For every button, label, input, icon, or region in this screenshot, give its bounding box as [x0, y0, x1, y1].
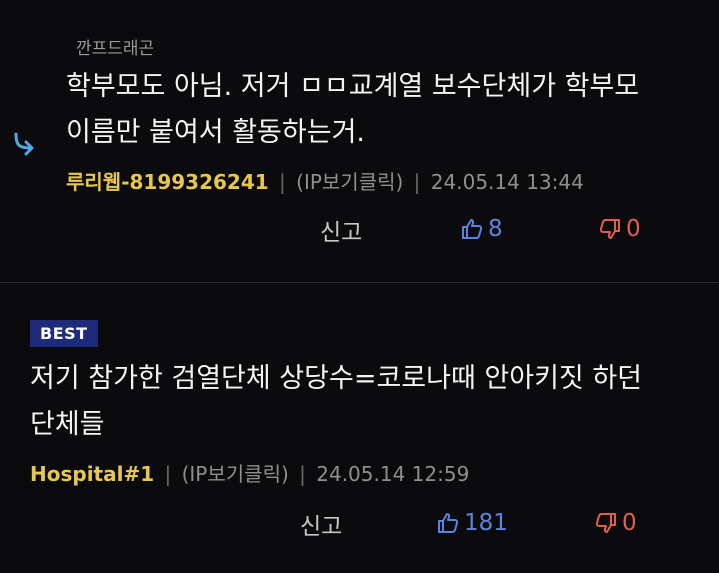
comment-timestamp: 24.05.14 13:44	[430, 170, 584, 194]
comment-divider	[0, 282, 719, 283]
comment-meta: Hospital#1 | (IP보기클릭) | 24.05.14 12:59	[30, 458, 469, 487]
meta-separator: |	[279, 170, 286, 194]
comment-meta: 루리웹-8199326241 | (IP보기클릭) | 24.05.14 13:…	[66, 166, 584, 195]
like-count: 8	[488, 216, 503, 242]
report-label: 신고	[320, 220, 363, 246]
report-label: 신고	[300, 514, 343, 540]
reply-target-name[interactable]: 깐프드래곤	[76, 34, 154, 59]
comment-list: 깐프드래곤 학부모도 아님. 저거 ㅁㅁ교계열 보수단체가 학부모 이름만 붙여…	[0, 0, 719, 573]
best-badge: BEST	[30, 320, 98, 347]
meta-separator: |	[413, 170, 421, 194]
dislike-button[interactable]: 0	[594, 510, 637, 536]
dislike-count: 0	[622, 510, 637, 536]
report-button[interactable]: 신고	[300, 507, 342, 541]
meta-separator: |	[299, 462, 306, 486]
like-count: 181	[464, 510, 508, 536]
like-button[interactable]: 181	[436, 510, 508, 536]
comment-timestamp: 24.05.14 12:59	[316, 462, 470, 486]
ip-view-link[interactable]: (IP보기클릭)	[296, 170, 403, 194]
thumbs-down-icon	[599, 219, 620, 239]
comment-text: 저기 참가한 검열단체 상당수=코로나때 안아키짓 하던 단체들	[30, 363, 643, 440]
thumbs-up-icon	[438, 513, 459, 533]
dislike-button[interactable]: 0	[598, 216, 641, 242]
reply-arrow-icon	[14, 132, 34, 156]
ip-view-link[interactable]: (IP보기클릭)	[182, 462, 289, 486]
author-name[interactable]: 루리웹-8199326241	[66, 170, 269, 194]
thumbs-up-icon	[462, 219, 483, 239]
comment-text: 학부모도 아님. 저거 ㅁㅁ교계열 보수단체가 학부모 이름만 붙여서 활동하는…	[66, 71, 640, 148]
meta-separator: |	[164, 462, 172, 486]
report-button[interactable]: 신고	[320, 213, 362, 247]
dislike-count: 0	[626, 216, 641, 242]
like-button[interactable]: 8	[460, 216, 503, 242]
author-name[interactable]: Hospital#1	[30, 462, 154, 486]
thumbs-down-icon	[595, 513, 616, 533]
